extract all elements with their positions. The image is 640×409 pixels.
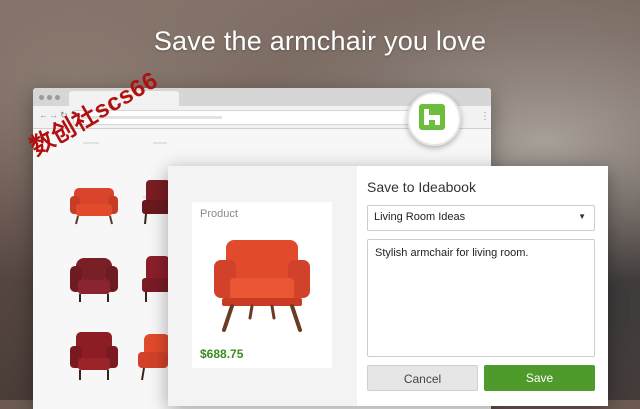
comment-textarea[interactable]: Stylish armchair for living room. xyxy=(367,239,595,357)
comment-text: Stylish armchair for living room. xyxy=(375,247,529,259)
houzz-logo-icon[interactable] xyxy=(407,92,461,146)
window-dot-icon xyxy=(55,95,60,100)
dialog-title: Save to Ideabook xyxy=(367,179,476,195)
product-pane: Product $688.75 xyxy=(168,166,357,406)
chair-thumbnail[interactable] xyxy=(66,182,122,226)
window-dot-icon xyxy=(39,95,44,100)
save-to-ideabook-dialog: Product $688.75 Save to Ideabook Living … xyxy=(168,166,608,406)
chair-thumbnail[interactable] xyxy=(136,330,170,382)
chevron-down-icon: ▼ xyxy=(578,212,586,221)
product-price: $688.75 xyxy=(200,347,244,361)
chair-thumbnail[interactable] xyxy=(66,254,122,304)
product-label: Product xyxy=(200,208,238,220)
browser-menu-icon[interactable]: ⋮ xyxy=(480,110,490,123)
product-image xyxy=(214,240,310,332)
ideabook-select[interactable]: Living Room Ideas ▼ xyxy=(367,205,595,231)
product-card: Product $688.75 xyxy=(192,202,332,368)
chair-thumbnail[interactable] xyxy=(140,178,170,226)
ideabook-select-value: Living Room Ideas xyxy=(374,211,466,223)
save-button[interactable]: Save xyxy=(484,365,595,391)
cancel-button[interactable]: Cancel xyxy=(367,365,478,391)
window-dot-icon xyxy=(47,95,52,100)
headline: Save the armchair you love xyxy=(153,26,487,56)
chair-thumbnail[interactable] xyxy=(140,252,170,304)
chair-thumbnail[interactable] xyxy=(66,330,122,382)
